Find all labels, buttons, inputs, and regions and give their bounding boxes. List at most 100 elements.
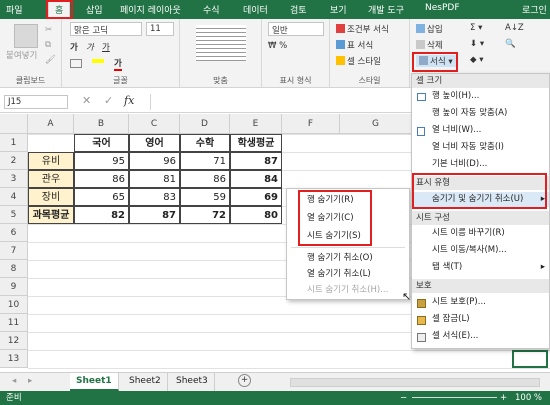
sheet-tab[interactable]: Sheet1: [70, 373, 119, 391]
table-header-cell[interactable]: 학생평균: [230, 134, 282, 152]
col-header-f[interactable]: F: [282, 114, 340, 134]
sheet-tab[interactable]: Sheet2: [123, 373, 168, 391]
menu-move-copy-sheet[interactable]: 시트 이동/복사(M)...: [412, 243, 549, 258]
sort-filter-icon[interactable]: A↓Z: [505, 23, 524, 33]
prev-sheet-icon[interactable]: ◂: [12, 376, 16, 386]
score-cell[interactable]: 95: [74, 152, 129, 170]
row-header[interactable]: 10: [0, 296, 28, 314]
student-name-cell[interactable]: 관우: [28, 170, 74, 188]
horizontal-scrollbar[interactable]: [290, 378, 540, 387]
sheet-tab[interactable]: Sheet3: [170, 373, 215, 391]
font-color-icon[interactable]: 가: [114, 57, 122, 71]
row-header[interactable]: 5: [0, 206, 28, 224]
score-cell[interactable]: 65: [74, 188, 129, 206]
font-size-select[interactable]: 11: [146, 22, 174, 36]
clear-icon[interactable]: ◆ ▾: [470, 55, 484, 65]
score-cell[interactable]: 96: [129, 152, 180, 170]
col-header-b[interactable]: B: [74, 114, 129, 134]
tab-view[interactable]: 보기: [330, 3, 347, 16]
row-header[interactable]: 3: [0, 170, 28, 188]
average-cell[interactable]: 87: [230, 152, 282, 170]
tab-page-layout[interactable]: 페이지 레이아웃: [120, 3, 181, 16]
format-painter-icon[interactable]: 🖌: [45, 55, 56, 65]
menu-unhide-rows[interactable]: 행 숨기기 취소(O): [287, 251, 409, 266]
zoom-slider[interactable]: [412, 397, 497, 398]
font-name-select[interactable]: 맑은 고딕: [70, 22, 142, 36]
menu-unhide-columns[interactable]: 열 숨기기 취소(L): [287, 267, 409, 282]
average-cell[interactable]: 84: [230, 170, 282, 188]
tab-file[interactable]: 파일: [6, 3, 23, 16]
row-header[interactable]: 1: [0, 134, 28, 152]
tab-developer[interactable]: 개발 도구: [368, 3, 404, 16]
score-cell[interactable]: 86: [74, 170, 129, 188]
underline-button[interactable]: 가: [102, 41, 110, 53]
number-format-select[interactable]: 일반: [268, 22, 324, 36]
enter-icon[interactable]: ✓: [104, 94, 113, 107]
cell-styles-button[interactable]: 셀 스타일: [336, 55, 381, 67]
tab-review[interactable]: 검토: [290, 3, 307, 16]
subject-average-cell[interactable]: 72: [180, 206, 230, 224]
tab-formulas[interactable]: 수식: [203, 3, 220, 16]
sign-in-link[interactable]: 로그인: [522, 3, 547, 16]
menu-column-width[interactable]: 열 너비(W)...: [412, 123, 549, 138]
row-header[interactable]: 12: [0, 332, 28, 350]
menu-rename-sheet[interactable]: 시트 이름 바꾸기(R): [412, 226, 549, 241]
row-header[interactable]: 6: [0, 224, 28, 242]
subject-average-cell[interactable]: 87: [129, 206, 180, 224]
fill-color-icon[interactable]: [92, 59, 104, 63]
student-name-cell[interactable]: 유비: [28, 152, 74, 170]
row-header[interactable]: 2: [0, 152, 28, 170]
row-header[interactable]: 8: [0, 260, 28, 278]
fill-icon[interactable]: ⬇ ▾: [470, 39, 484, 49]
subject-average-label[interactable]: 과목평균: [28, 206, 74, 224]
table-header-cell[interactable]: 국어: [74, 134, 129, 152]
copy-icon[interactable]: ⧉: [45, 40, 51, 50]
italic-button[interactable]: 가: [86, 41, 94, 53]
student-name-cell[interactable]: 장비: [28, 188, 74, 206]
col-header-d[interactable]: D: [180, 114, 230, 134]
zoom-out-icon[interactable]: −: [400, 391, 407, 405]
bold-button[interactable]: 가: [70, 41, 78, 53]
score-cell[interactable]: 86: [180, 170, 230, 188]
menu-column-autofit[interactable]: 열 너비 자동 맞춤(I): [412, 140, 549, 155]
col-header-a[interactable]: A: [28, 114, 74, 134]
delete-button[interactable]: 삭제: [416, 39, 443, 51]
format-table-button[interactable]: 표 서식: [336, 39, 373, 51]
row-header[interactable]: 11: [0, 314, 28, 332]
col-header-e[interactable]: E: [230, 114, 282, 134]
cancel-icon[interactable]: ✕: [82, 94, 91, 107]
paste-button[interactable]: 붙여넣기: [6, 49, 37, 61]
menu-format-cells[interactable]: 셀 서식(E)...: [412, 329, 549, 344]
cut-icon[interactable]: ✂: [45, 25, 52, 35]
row-header[interactable]: 4: [0, 188, 28, 206]
tab-insert[interactable]: 삽입: [86, 3, 103, 16]
conditional-format-button[interactable]: 조건부 서식: [336, 23, 389, 35]
add-sheet-icon[interactable]: +: [238, 374, 251, 387]
score-cell[interactable]: 59: [180, 188, 230, 206]
insert-button[interactable]: 삽입: [416, 23, 443, 35]
border-icon[interactable]: [70, 59, 82, 68]
subject-average-cell[interactable]: 80: [230, 206, 282, 224]
score-cell[interactable]: 81: [129, 170, 180, 188]
next-sheet-icon[interactable]: ▸: [28, 376, 32, 386]
name-box[interactable]: J15: [4, 95, 68, 109]
subject-average-cell[interactable]: 82: [74, 206, 129, 224]
tab-data[interactable]: 데이터: [243, 3, 268, 16]
score-cell[interactable]: 83: [129, 188, 180, 206]
table-header-cell[interactable]: 수학: [180, 134, 230, 152]
table-header-cell[interactable]: 영어: [129, 134, 180, 152]
menu-row-height[interactable]: 행 높이(H)...: [412, 89, 549, 104]
col-header-g[interactable]: G: [340, 114, 412, 134]
menu-protect-sheet[interactable]: 시트 보호(P)...: [412, 295, 549, 310]
currency-icon[interactable]: ₩ %: [268, 41, 287, 51]
row-header[interactable]: 9: [0, 278, 28, 296]
insert-function-icon[interactable]: fx: [124, 94, 134, 107]
row-header[interactable]: 13: [0, 350, 28, 368]
menu-row-autofit[interactable]: 행 높이 자동 맞춤(A): [412, 106, 549, 121]
autosum-icon[interactable]: Σ ▾: [470, 23, 482, 33]
select-all-corner[interactable]: [0, 114, 28, 134]
col-header-c[interactable]: C: [129, 114, 180, 134]
row-header[interactable]: 7: [0, 242, 28, 260]
zoom-level[interactable]: 100 %: [515, 391, 542, 405]
score-cell[interactable]: 71: [180, 152, 230, 170]
